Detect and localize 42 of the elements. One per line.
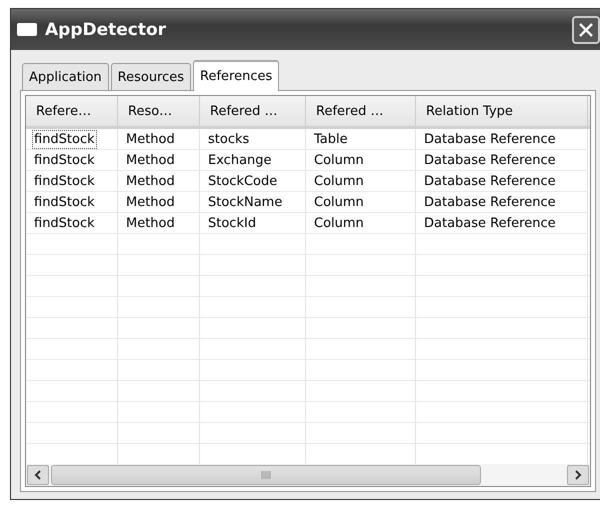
table-cell-text: Method: [125, 214, 176, 232]
table-cell-text: Method: [125, 194, 176, 212]
close-icon: [579, 22, 593, 36]
table-cell-text: StockId: [207, 214, 258, 232]
scroll-right-button[interactable]: [567, 465, 589, 485]
table-cell-text: Database Reference: [423, 130, 557, 148]
table-cell-text: StockName: [207, 194, 284, 212]
close-button[interactable]: [572, 16, 600, 44]
table-cell-text: Database Reference: [423, 214, 557, 232]
table-cell-text: Column: [313, 194, 365, 212]
table-cell-text: Database Reference: [423, 172, 557, 190]
scrollbar-thumb[interactable]: [51, 465, 481, 485]
scroll-left-button[interactable]: [27, 465, 49, 485]
table-cell-text: stocks: [207, 130, 250, 148]
table-cell-text: Column: [313, 172, 365, 190]
horizontal-scrollbar[interactable]: [26, 464, 590, 486]
tab[interactable]: References: [193, 60, 280, 91]
table-cell-text: Column: [313, 152, 365, 170]
table-cell-text: Method: [125, 172, 176, 190]
column-header[interactable]: Reso…: [118, 96, 200, 126]
tab[interactable]: Resources: [110, 63, 192, 90]
table-cell-text: Method: [125, 130, 176, 148]
column-header[interactable]: Relation Type: [416, 96, 588, 126]
table-cell-text: findStock: [33, 172, 96, 190]
table-cell-text: Method: [125, 152, 176, 170]
grip-icon: [261, 471, 271, 479]
table-cell: findStock: [32, 130, 97, 148]
table-cell-text: findStock: [33, 152, 96, 170]
table-cell-text: Column: [313, 214, 365, 232]
table-cell-text: Exchange: [207, 152, 273, 170]
table-cell-text: findStock: [33, 194, 96, 212]
column-header[interactable]: Refered …: [200, 96, 306, 126]
tab[interactable]: Application: [22, 63, 109, 90]
table-cell-text: findStock: [33, 214, 96, 232]
table-cell-text: Database Reference: [423, 152, 557, 170]
table-cell-text: StockCode: [207, 172, 278, 190]
window-title: AppDetector: [45, 20, 166, 40]
window-icon: [17, 23, 37, 36]
column-header[interactable]: Refered …: [306, 96, 416, 126]
table-cell-text: Table: [313, 130, 349, 148]
column-header[interactable]: Refere…: [26, 96, 118, 126]
table-cell-text: Database Reference: [423, 194, 557, 212]
